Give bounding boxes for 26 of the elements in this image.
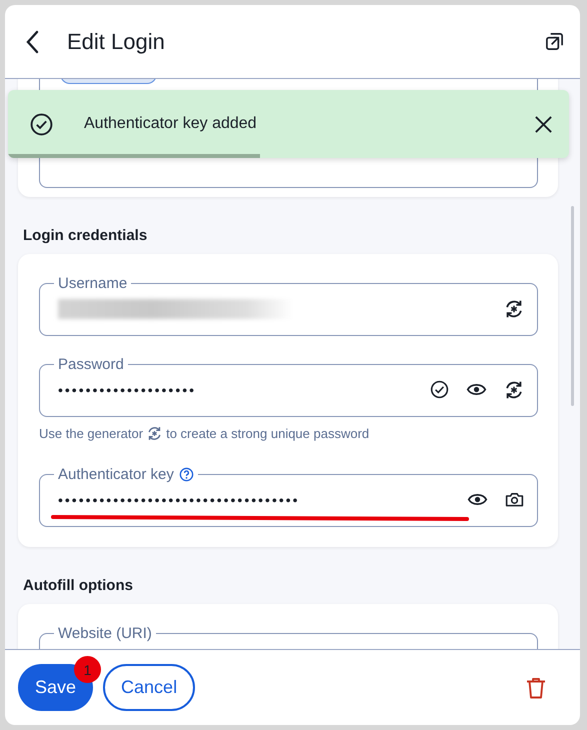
field-label: Password <box>57 356 125 373</box>
cancel-button[interactable]: Cancel <box>103 664 196 711</box>
scrollbar[interactable] <box>571 206 574 406</box>
help-icon[interactable] <box>178 467 194 482</box>
popout-icon[interactable] <box>545 32 564 51</box>
notification-badge: 1 <box>74 656 102 683</box>
input-field[interactable]: Username <box>39 275 538 336</box>
field-value: ••••••••••••••••••••••••••••••••••• <box>58 492 301 508</box>
field-value: •••••••••••••••••••• <box>58 382 198 398</box>
delete-icon[interactable] <box>524 676 548 700</box>
toast-message: Authenticator key added <box>84 115 258 133</box>
close-icon[interactable] <box>534 114 553 134</box>
input-field[interactable]: Password •••••••••••••••••••• <box>39 356 538 417</box>
field-label: Website (URI) <box>57 625 153 642</box>
check-circle-icon[interactable] <box>429 379 450 400</box>
field-label: Authenticator key <box>54 466 198 483</box>
hint-text: to create a strong unique password <box>166 426 370 441</box>
section-heading: Autofill options <box>22 576 134 596</box>
field-label: Username <box>57 275 128 292</box>
generate-icon <box>146 425 164 442</box>
input-field[interactable]: Authenticator key ••••••••••••••••••••••••••••••••••• <box>39 466 538 527</box>
check-circle-icon <box>29 112 54 136</box>
back-icon[interactable] <box>25 30 39 54</box>
page-title: Edit Login <box>67 28 166 54</box>
hint-text: Use the generator <box>39 426 144 441</box>
section-heading: Login credentials <box>22 226 148 246</box>
